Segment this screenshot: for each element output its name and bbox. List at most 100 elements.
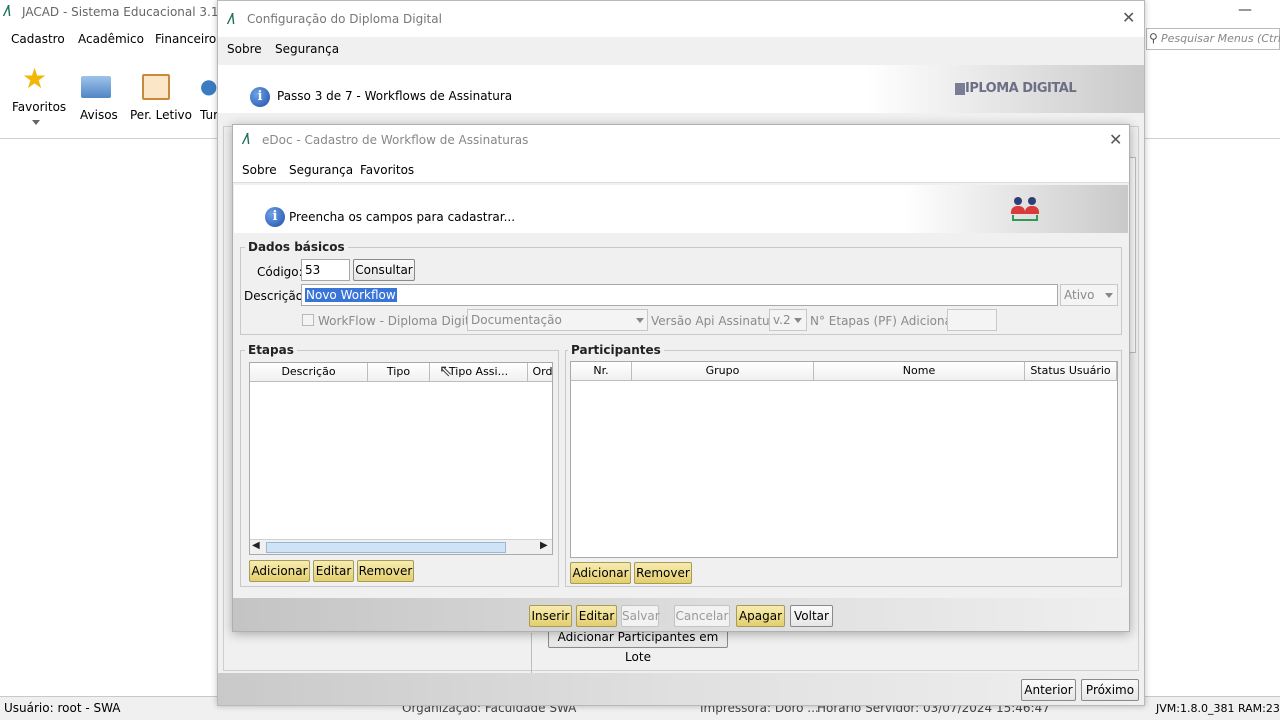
- config-title: Configuração do Diploma Digital: [247, 12, 442, 26]
- config-vertical-divider: [531, 633, 532, 675]
- cancelar-button[interactable]: Cancelar: [674, 605, 730, 627]
- dialog-menu-bar: Sobre Segurança Favoritos: [233, 155, 1129, 183]
- main-toolbar: ★ Favoritos Avisos Per. Letivo ● Tur: [0, 52, 220, 138]
- config-title-bar: /\ Configuração do Diploma Digital ✕: [218, 1, 1144, 37]
- chevron-down-icon: [32, 120, 40, 125]
- dados-basicos-title: Dados básicos: [245, 240, 348, 254]
- mail-icon: [81, 76, 111, 98]
- descricao-label: Descrição:: [244, 289, 308, 303]
- column-header[interactable]: Grupo: [632, 362, 814, 381]
- scroll-right-icon[interactable]: ▶: [540, 540, 548, 551]
- info-icon: i: [265, 207, 285, 227]
- column-header[interactable]: Nr.: [571, 362, 632, 381]
- workflow-diploma-label: WorkFlow - Diploma Digital: [318, 314, 481, 328]
- inserir-button[interactable]: Inserir: [529, 605, 572, 627]
- tipo-value: Documentação: [471, 313, 562, 327]
- toolbar-avisos[interactable]: Avisos: [76, 70, 120, 130]
- step-text: Passo 3 de 7 - Workflows de Assinatura: [277, 89, 513, 103]
- status-value: Ativo: [1064, 288, 1095, 302]
- column-header[interactable]: Tipo: [368, 363, 430, 382]
- avisos-label: Avisos: [80, 108, 118, 122]
- tur-label: Tur: [200, 108, 219, 122]
- search-icon: ⚲: [1149, 31, 1158, 45]
- workflow-users-icon: [1010, 193, 1044, 225]
- participantes-remove-button[interactable]: Remover: [634, 562, 692, 584]
- workflow-diploma-checkbox[interactable]: [302, 314, 314, 326]
- menu-search[interactable]: ⚲ Pesquisar Menus (Ctrl+: [1146, 28, 1280, 50]
- etapas-pf-label: N° Etapas (PF) Adicionais:: [810, 314, 966, 328]
- close-icon[interactable]: ✕: [1122, 8, 1135, 27]
- etapas-pf-field[interactable]: [947, 309, 997, 331]
- menu-financeiro[interactable]: Financeiro: [155, 32, 216, 46]
- status-select[interactable]: Ativo: [1060, 284, 1118, 306]
- config-menu-seguranca[interactable]: Segurança: [275, 42, 339, 56]
- versao-select[interactable]: v.2: [769, 309, 807, 331]
- voltar-button[interactable]: Voltar: [790, 605, 833, 627]
- etapas-hscrollbar[interactable]: ◀ ▶: [250, 539, 552, 554]
- info-icon: i: [250, 87, 270, 107]
- codigo-label: Código:: [257, 265, 303, 279]
- salvar-button[interactable]: Salvar: [621, 605, 660, 627]
- dialog-menu-favoritos[interactable]: Favoritos: [360, 163, 414, 177]
- minimize-icon[interactable]: —: [1238, 2, 1252, 18]
- etapas-scroll-thumb[interactable]: [266, 542, 506, 553]
- menu-academico[interactable]: Acadêmico: [78, 32, 144, 46]
- column-header[interactable]: Ord: [528, 363, 552, 382]
- tipo-select[interactable]: Documentação: [467, 309, 648, 331]
- user-body-right: [1025, 206, 1039, 214]
- toolbar-favoritos[interactable]: ★ Favoritos: [6, 62, 66, 132]
- consultar-button[interactable]: Consultar: [353, 259, 415, 281]
- column-header[interactable]: Descrição: [250, 363, 368, 382]
- toolbar-per-letivo[interactable]: Per. Letivo: [128, 70, 192, 130]
- status-jvm: JVM:1.8.0_381 RAM:231,: [1156, 702, 1280, 715]
- user-head-right: [1028, 197, 1036, 205]
- dialog-menu-sobre[interactable]: Sobre: [242, 163, 277, 177]
- diploma-logo-mark: [955, 83, 965, 95]
- group-icon: ●: [200, 74, 218, 98]
- status-user: Usuário: root - SWA: [4, 701, 121, 715]
- star-icon: ★: [22, 62, 48, 95]
- close-icon[interactable]: ✕: [1109, 130, 1122, 149]
- column-header[interactable]: Nome: [814, 362, 1025, 381]
- diploma-logo-text: IPLOMA DIGITAL: [965, 81, 1077, 96]
- etapas-title: Etapas: [245, 343, 297, 357]
- favoritos-label: Favoritos: [12, 100, 67, 114]
- etapas-edit-button[interactable]: Editar: [313, 560, 354, 582]
- participantes-title: Participantes: [568, 343, 664, 357]
- jacad-logo-icon: /\: [228, 12, 235, 27]
- workflow-arrows: [1012, 215, 1038, 221]
- descricao-field[interactable]: Novo Workflow: [301, 284, 1058, 306]
- etapas-table[interactable]: Descrição Tipo Tipo Assi... Ord ◀ ▶: [249, 362, 553, 555]
- config-footer: Anterior Próximo: [218, 673, 1144, 705]
- versao-label: Versão Api Assinatura:: [651, 314, 786, 328]
- per-letivo-label: Per. Letivo: [130, 108, 192, 122]
- next-button[interactable]: Próximo: [1081, 679, 1139, 701]
- dialog-title: eDoc - Cadastro de Workflow de Assinatur…: [262, 133, 529, 147]
- menu-cadastro[interactable]: Cadastro: [11, 32, 65, 46]
- codigo-field[interactable]: 53: [301, 259, 350, 281]
- participantes-add-button[interactable]: Adicionar: [570, 562, 631, 584]
- edoc-dialog: /\ eDoc - Cadastro de Workflow de Assina…: [232, 124, 1130, 632]
- dialog-info-text: Preencha os campos para cadastrar...: [289, 210, 516, 224]
- versao-value: v.2: [773, 313, 791, 327]
- dialog-title-bar: /\ eDoc - Cadastro de Workflow de Assina…: [233, 125, 1129, 155]
- previous-button[interactable]: Anterior: [1021, 679, 1076, 701]
- jacad-logo-icon: /\: [243, 132, 250, 147]
- main-title: JACAD - Sistema Educacional 3.1.54: [22, 5, 238, 19]
- column-header[interactable]: Status Usuário: [1025, 362, 1117, 381]
- scroll-left-icon[interactable]: ◀: [252, 540, 260, 551]
- etapas-remove-button[interactable]: Remover: [357, 560, 414, 582]
- chevron-down-icon: [636, 318, 644, 323]
- descricao-selected-text: Novo Workflow: [305, 288, 397, 302]
- etapas-add-button[interactable]: Adicionar: [249, 560, 310, 582]
- chevron-down-icon: [1105, 293, 1113, 298]
- search-placeholder: Pesquisar Menus (Ctrl+: [1161, 32, 1280, 45]
- dialog-menu-seguranca[interactable]: Segurança: [289, 163, 353, 177]
- participantes-table[interactable]: Nr. Grupo Nome Status Usuário: [570, 361, 1118, 558]
- apagar-button[interactable]: Apagar: [736, 605, 785, 627]
- editar-button[interactable]: Editar: [576, 605, 617, 627]
- config-menu-sobre[interactable]: Sobre: [227, 42, 262, 56]
- dialog-info-banner: i Preencha os campos para cadastrar...: [234, 185, 1128, 233]
- mouse-cursor-icon: ⇖: [439, 361, 453, 380]
- main-menu-bar: Cadastro Acadêmico Financeiro: [0, 28, 220, 50]
